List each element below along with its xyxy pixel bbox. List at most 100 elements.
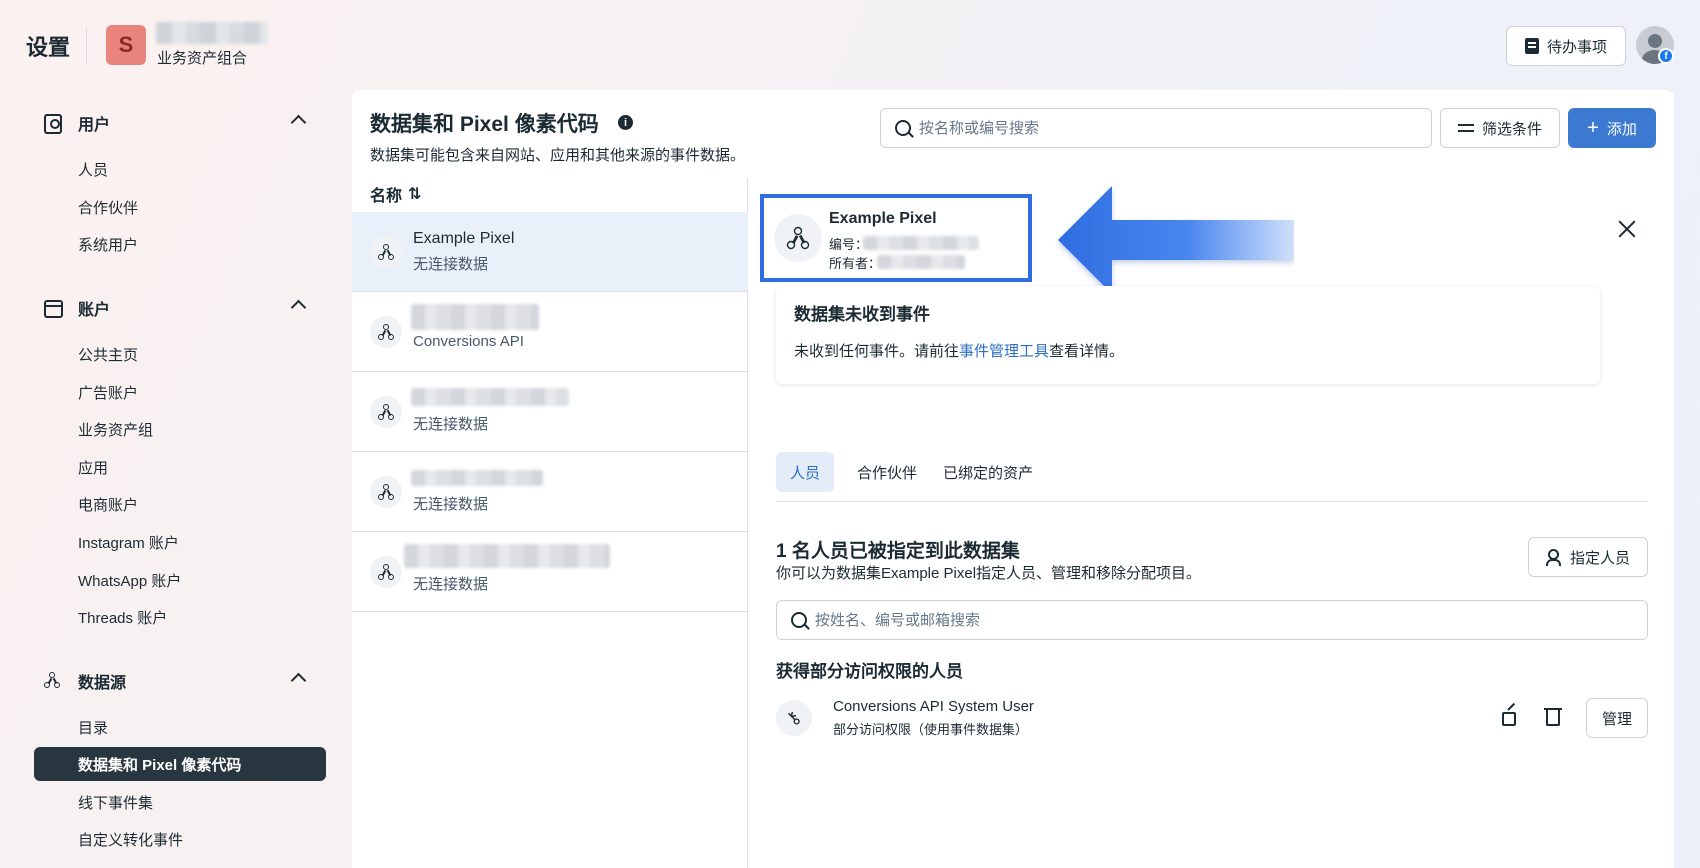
facebook-badge-icon: f <box>1658 48 1674 64</box>
external-link-icon[interactable] <box>1502 712 1516 726</box>
dataset-icon <box>370 396 402 428</box>
sidebar-item-people[interactable]: 人员 <box>34 152 326 186</box>
trash-icon[interactable] <box>1544 708 1562 726</box>
sidebar-section-accounts[interactable]: 账户 <box>44 293 326 323</box>
sidebar-section-label: 数据源 <box>78 675 127 692</box>
member-name: Conversions API System User <box>833 698 1034 715</box>
list-item[interactable]: 无连接数据 <box>352 372 748 452</box>
top-bar: 设置 S 业务资产组合 待办事项 f <box>0 0 1700 90</box>
sidebar-item-apps[interactable]: 应用 <box>34 450 326 484</box>
add-button[interactable]: + 添加 <box>1568 108 1656 148</box>
person-add-icon <box>1545 549 1562 566</box>
assign-label: 指定人员 <box>1569 549 1630 567</box>
no-events-notice: 数据集未收到事件 未收到任何事件。请前往事件管理工具查看详情。 <box>776 286 1600 384</box>
dataset-status: Conversions API <box>413 333 524 350</box>
sidebar-section-label: 用户 <box>78 117 111 134</box>
notice-body: 未收到任何事件。请前往事件管理工具查看详情。 <box>794 343 1125 360</box>
dataset-name-redacted <box>411 470 543 486</box>
sidebar-section-users[interactable]: 用户 <box>44 108 326 138</box>
manage-button[interactable]: 管理 <box>1586 698 1648 738</box>
chevron-up-icon <box>290 672 307 689</box>
sidebar-item-pages[interactable]: 公共主页 <box>34 337 326 371</box>
search-icon <box>895 120 911 136</box>
sort-arrows-icon: ⇅ <box>408 186 422 203</box>
sidebar-item-commerce-accounts[interactable]: 电商账户 <box>34 487 326 521</box>
filter-label: 筛选条件 <box>1481 120 1542 138</box>
list-column-header[interactable]: 名称 ⇅ <box>370 182 421 206</box>
business-avatar[interactable]: S <box>106 25 146 65</box>
dataset-search-input[interactable] <box>919 119 1399 137</box>
sidebar-item-custom-conversions[interactable]: 自定义转化事件 <box>34 822 326 856</box>
dataset-status: 无连接数据 <box>413 416 489 433</box>
selected-dataset-header: Example Pixel 编号： 所有者： <box>760 194 1032 282</box>
plus-icon: + <box>1587 117 1599 139</box>
topbar-divider <box>86 28 87 64</box>
people-search[interactable] <box>776 600 1648 640</box>
sidebar-item-partners[interactable]: 合作伙伴 <box>34 190 326 224</box>
list-item[interactable]: 无连接数据 <box>352 452 748 532</box>
tab-linked-assets[interactable]: 已绑定的资产 <box>936 452 1040 492</box>
sidebar-item-business-asset-groups[interactable]: 业务资产组 <box>34 412 326 446</box>
dataset-name-redacted <box>411 388 569 406</box>
page-title: 数据集和 Pixel 像素代码 <box>370 113 599 136</box>
close-icon[interactable] <box>1616 218 1638 240</box>
dataset-name-redacted <box>404 544 610 568</box>
list-item[interactable]: Conversions API <box>352 292 748 372</box>
list-item[interactable]: Example Pixel 无连接数据 <box>352 212 748 292</box>
dataset-owner-label: 所有者： <box>829 253 965 272</box>
sidebar-item-ad-accounts[interactable]: 广告账户 <box>34 375 326 409</box>
dataset-name: Example Pixel <box>413 230 515 247</box>
chevron-up-icon <box>290 114 307 131</box>
tab-people[interactable]: 人员 <box>776 452 834 492</box>
user-card-icon <box>44 114 62 134</box>
sidebar-item-system-users[interactable]: 系统用户 <box>34 227 326 261</box>
tab-partners[interactable]: 合作伙伴 <box>850 452 924 492</box>
dataset-name-redacted <box>411 304 539 330</box>
page-subtitle: 数据集可能包含来自网站、应用和其他来源的事件数据。 <box>370 147 746 164</box>
dataset-id-label: 编号： <box>829 234 979 253</box>
dataset-status: 无连接数据 <box>413 496 489 513</box>
events-manager-link[interactable]: 事件管理工具 <box>959 343 1049 360</box>
search-icon <box>791 612 807 628</box>
notice-title: 数据集未收到事件 <box>794 305 930 324</box>
main-panel: 数据集和 Pixel 像素代码 i 数据集可能包含来自网站、应用和其他来源的事件… <box>352 90 1674 868</box>
app-title: 设置 <box>26 35 71 60</box>
sidebar-item-catalog[interactable]: 目录 <box>34 710 326 744</box>
detail-tabs: 人员 合作伙伴 已绑定的资产 <box>776 452 1648 502</box>
sidebar-section-label: 账户 <box>78 302 111 319</box>
todo-button[interactable]: 待办事项 <box>1506 26 1626 66</box>
sidebar-item-threads-accounts[interactable]: Threads 账户 <box>34 600 326 634</box>
dataset-list: 名称 ⇅ Example Pixel 无连接数据 Conversions API… <box>352 178 748 868</box>
data-source-icon <box>44 672 60 688</box>
archive-box-icon <box>44 300 63 318</box>
dataset-search[interactable] <box>880 108 1432 148</box>
business-name-redacted <box>156 22 268 44</box>
info-icon[interactable]: i <box>618 115 633 130</box>
dataset-owner-redacted <box>877 255 965 269</box>
table-row: ⚷ Conversions API System User 部分访问权限（使用事… <box>776 696 1648 742</box>
business-subtitle[interactable]: 业务资产组合 <box>157 47 247 68</box>
people-assigned-subtitle: 你可以为数据集Example Pixel指定人员、管理和移除分配项目。 <box>776 565 1202 582</box>
sidebar-item-offline-event-sets[interactable]: 线下事件集 <box>34 785 326 819</box>
key-icon: ⚷ <box>776 700 812 736</box>
todo-label: 待办事项 <box>1546 38 1607 56</box>
sidebar-section-data-sources[interactable]: 数据源 <box>44 666 326 696</box>
add-label: 添加 <box>1606 120 1637 138</box>
list-item[interactable]: 无连接数据 <box>352 532 748 612</box>
dataset-icon <box>370 236 402 268</box>
dataset-icon <box>370 316 402 348</box>
sidebar-item-whatsapp-accounts[interactable]: WhatsApp 账户 <box>34 563 326 597</box>
annotation-arrow-icon <box>1058 186 1294 294</box>
avatar-head <box>1648 34 1662 48</box>
partial-access-title: 获得部分访问权限的人员 <box>776 662 963 681</box>
sidebar-item-datasets-pixels[interactable]: 数据集和 Pixel 像素代码 <box>34 747 326 781</box>
people-search-input[interactable] <box>815 611 1615 629</box>
todo-list-icon <box>1524 38 1539 54</box>
filter-button[interactable]: 筛选条件 <box>1440 108 1560 148</box>
member-access: 部分访问权限（使用事件数据集） <box>833 722 1029 737</box>
column-name-label: 名称 <box>370 188 403 205</box>
dataset-icon <box>370 556 402 588</box>
sidebar-item-instagram-accounts[interactable]: Instagram 账户 <box>34 525 326 559</box>
assign-people-button[interactable]: 指定人员 <box>1528 537 1648 577</box>
dataset-detail-name: Example Pixel <box>829 210 937 227</box>
